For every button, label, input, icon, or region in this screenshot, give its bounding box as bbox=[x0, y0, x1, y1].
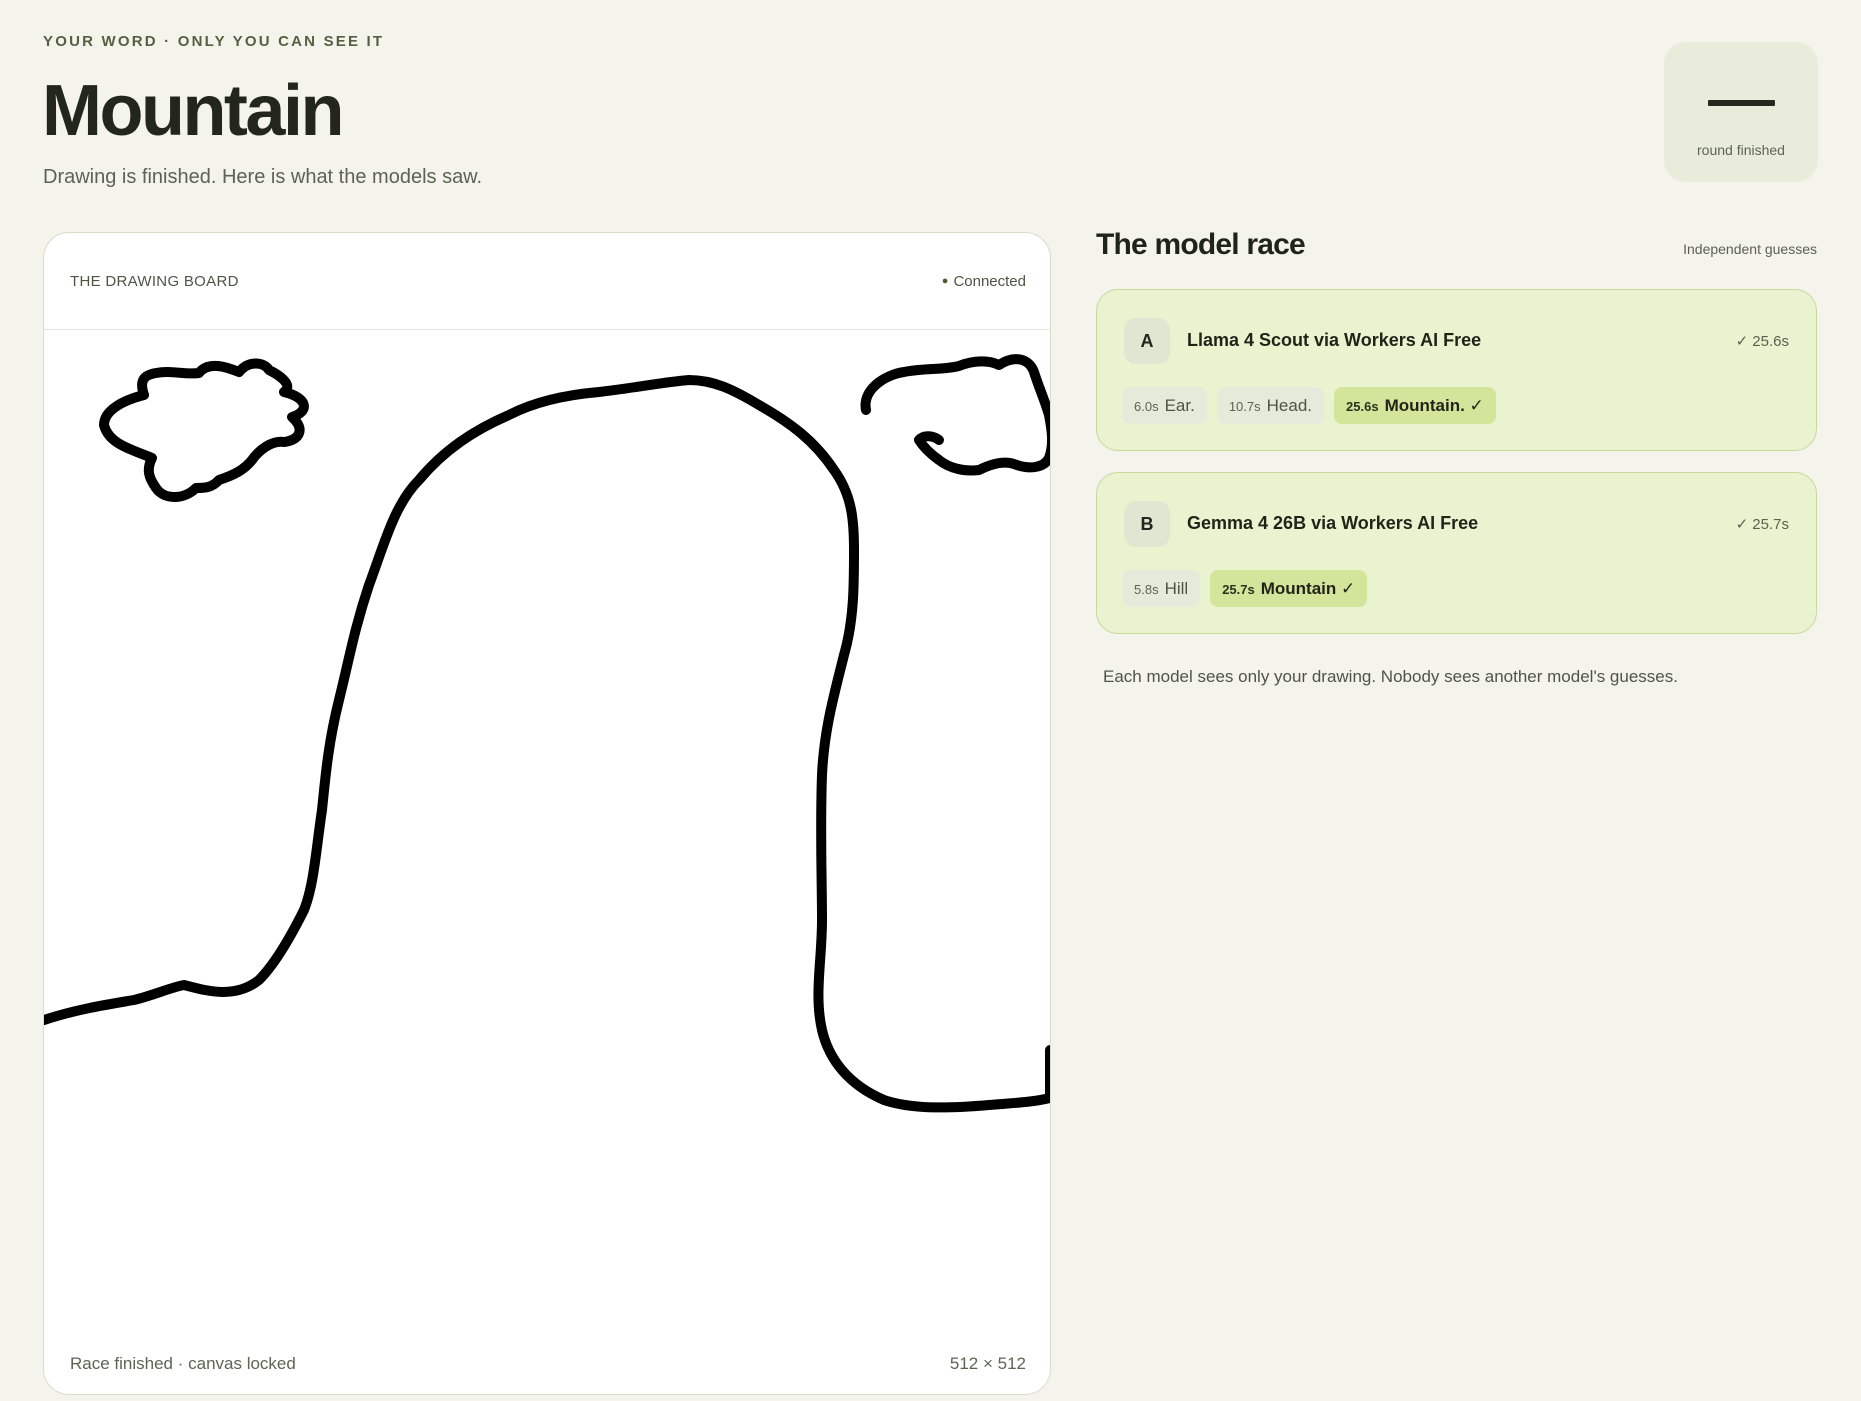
word-eyebrow: YOUR WORD · ONLY YOU CAN SEE IT bbox=[43, 33, 385, 50]
stroke-right-cloud bbox=[860, 354, 1050, 476]
secret-word: Mountain bbox=[42, 71, 344, 151]
model-result-time: ✓ 25.7s bbox=[1735, 516, 1789, 533]
race-footnote: Each model sees only your drawing. Nobod… bbox=[1103, 667, 1678, 686]
guess-word: Mountain. ✓ bbox=[1384, 396, 1484, 415]
race-note: Independent guesses bbox=[1683, 241, 1817, 257]
guess-chip-correct: 25.7s Mountain ✓ bbox=[1210, 570, 1368, 607]
guess-chip-correct: 25.6s Mountain. ✓ bbox=[1334, 387, 1496, 424]
model-card-b: B Gemma 4 26B via Workers AI Free ✓ 25.7… bbox=[1096, 472, 1817, 634]
guess-word: Mountain ✓ bbox=[1260, 579, 1356, 598]
guess-word: Head. bbox=[1266, 396, 1313, 415]
timer-label: round finished bbox=[1697, 142, 1785, 158]
model-name: Llama 4 Scout via Workers AI Free bbox=[1187, 330, 1482, 350]
connection-status-label: Connected bbox=[953, 273, 1026, 290]
drawing-board: THE DRAWING BOARD ● Connected Race finish… bbox=[43, 232, 1051, 1395]
model-card-a: A Llama 4 Scout via Workers AI Free ✓ 25… bbox=[1096, 289, 1817, 451]
connection-status: ● Connected bbox=[942, 273, 1026, 290]
guess-time: 25.6s bbox=[1346, 399, 1379, 414]
guess-list: 6.0s Ear. 10.7s Head. 25.6s Mountain. ✓ bbox=[1122, 387, 1496, 424]
model-badge: A bbox=[1124, 318, 1170, 364]
model-badge: B bbox=[1124, 501, 1170, 547]
guess-time: 6.0s bbox=[1134, 399, 1159, 414]
round-timer: round finished bbox=[1664, 42, 1818, 182]
guess-chip: 6.0s Ear. bbox=[1122, 387, 1207, 424]
timer-dash bbox=[1708, 100, 1775, 106]
guess-word: Ear. bbox=[1164, 396, 1195, 415]
guess-word: Hill bbox=[1164, 579, 1189, 598]
guess-chip: 10.7s Head. bbox=[1216, 387, 1325, 424]
canvas-size: 512 × 512 bbox=[949, 1354, 1026, 1373]
race-title: The model race bbox=[1096, 228, 1306, 261]
board-title: THE DRAWING BOARD bbox=[70, 273, 239, 290]
guess-chip: 5.8s Hill bbox=[1122, 570, 1201, 607]
guess-time: 25.7s bbox=[1222, 582, 1255, 597]
guess-time: 5.8s bbox=[1134, 582, 1159, 597]
stroke-left-cloud bbox=[99, 358, 309, 502]
model-result-time: ✓ 25.6s bbox=[1735, 333, 1789, 350]
drawing-canvas bbox=[44, 354, 1050, 1113]
board-footer-status: Race finished · canvas locked bbox=[70, 1354, 296, 1373]
round-subtitle: Drawing is finished. Here is what the mo… bbox=[43, 166, 483, 188]
model-name: Gemma 4 26B via Workers AI Free bbox=[1187, 513, 1479, 533]
status-dot-icon: ● bbox=[941, 275, 949, 287]
guess-list: 5.8s Hill 25.7s Mountain ✓ bbox=[1122, 570, 1368, 607]
board-header: THE DRAWING BOARD ● Connected bbox=[44, 233, 1050, 330]
guess-time: 10.7s bbox=[1228, 399, 1261, 414]
